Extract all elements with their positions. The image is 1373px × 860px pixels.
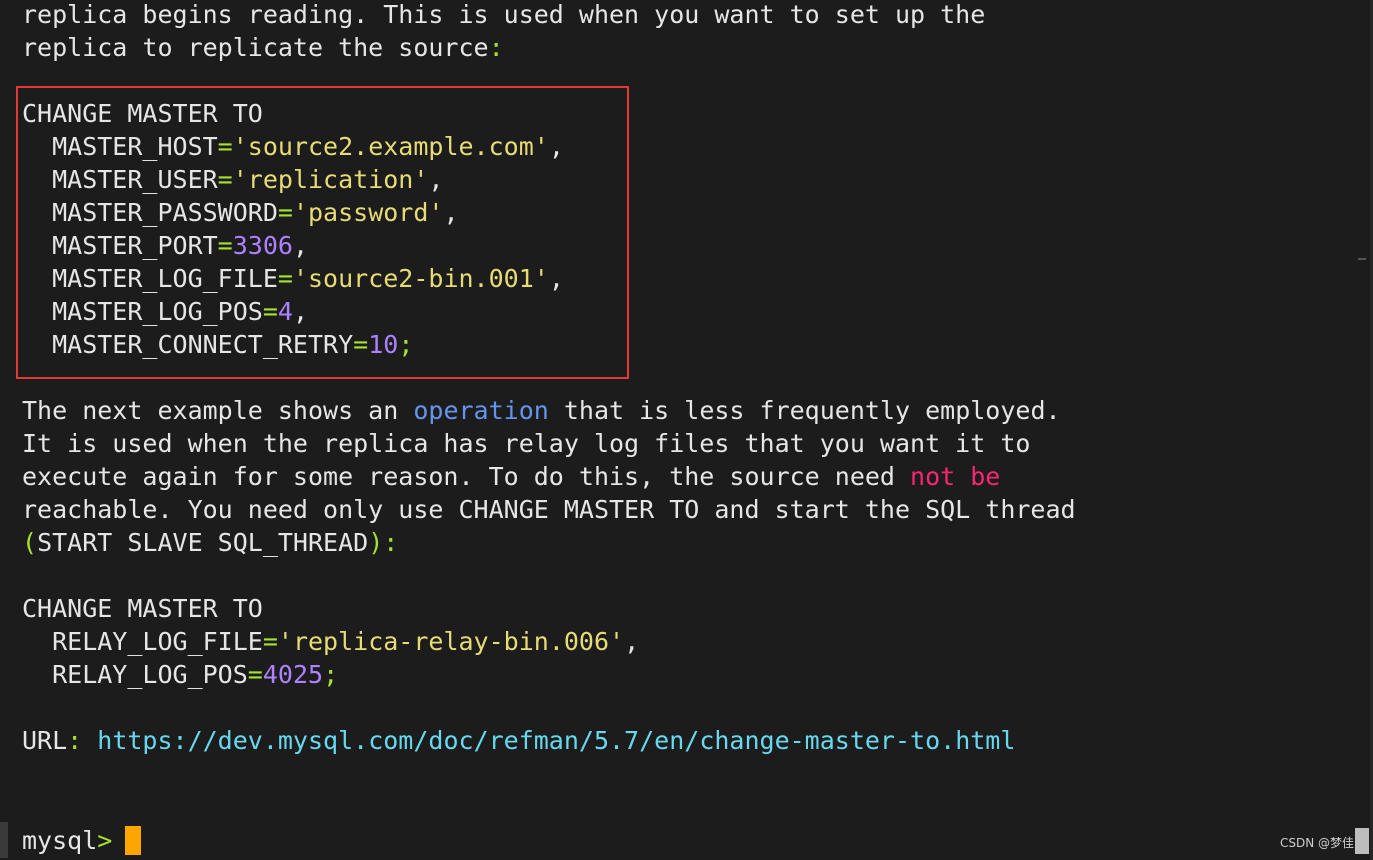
relay-log-pos-value: 4025	[262, 660, 324, 689]
watermark: CSDN @梦佳	[1280, 836, 1355, 850]
master-password-value: 'password'	[292, 198, 444, 227]
master-user-line: MASTER_USER='replication',	[22, 163, 443, 196]
equals-sign: =	[217, 231, 233, 260]
comma: ,	[548, 132, 564, 161]
intro-text-2: replica to replicate the source	[22, 33, 489, 62]
para-line-3: execute again for some reason. To do thi…	[22, 460, 1000, 493]
master-password-key: MASTER_PASSWORD	[22, 198, 278, 227]
master-user-value: 'replication'	[232, 165, 429, 194]
relay-log-file-key: RELAY_LOG_FILE	[22, 627, 263, 656]
scrollbar-thumb[interactable]	[1355, 828, 1369, 854]
prompt-line[interactable]: mysql>	[22, 824, 112, 857]
example2-head: CHANGE MASTER TO	[22, 592, 263, 625]
close-paren-colon: ):	[368, 528, 399, 557]
comma: ,	[428, 165, 444, 194]
master-log-file-line: MASTER_LOG_FILE='source2-bin.001',	[22, 262, 564, 295]
intro-colon: :	[488, 33, 504, 62]
url-label: URL	[22, 726, 68, 755]
start-slave-text: START SLAVE SQL_THREAD	[37, 528, 369, 557]
para-line-5: (START SLAVE SQL_THREAD):	[22, 526, 398, 559]
equals-sign: =	[247, 660, 263, 689]
change-master-to-text-2: CHANGE MASTER TO	[22, 594, 263, 623]
intro-line-2: replica to replicate the source:	[22, 31, 504, 64]
para-text-1a: The next example shows an	[22, 396, 414, 425]
master-connect-retry-line: MASTER_CONNECT_RETRY=10;	[22, 328, 413, 361]
prompt-text: mysql	[22, 826, 98, 855]
equals-sign: =	[353, 330, 369, 359]
master-host-line: MASTER_HOST='source2.example.com',	[22, 130, 564, 163]
para-text-2: It is used when the replica has relay lo…	[22, 429, 1031, 458]
relay-log-file-line: RELAY_LOG_FILE='replica-relay-bin.006',	[22, 625, 639, 658]
relay-log-pos-line: RELAY_LOG_POS=4025;	[22, 658, 338, 691]
para-text-1c: that is less frequently employed.	[548, 396, 1061, 425]
comma: ,	[624, 627, 640, 656]
master-port-key: MASTER_PORT	[22, 231, 218, 260]
master-log-pos-value: 4	[277, 297, 293, 326]
prompt-arrow-icon: >	[97, 826, 113, 855]
semicolon: ;	[398, 330, 414, 359]
equals-sign: =	[277, 198, 293, 227]
intro-line-1: replica begins reading. This is used whe…	[22, 0, 985, 31]
keyword-not-be: not be	[910, 462, 1001, 491]
change-master-to-text: CHANGE MASTER TO	[22, 99, 263, 128]
relay-log-file-value: 'replica-relay-bin.006'	[277, 627, 625, 656]
comma: ,	[548, 264, 564, 293]
equals-sign: =	[217, 165, 233, 194]
url-line: URL: https://dev.mysql.com/doc/refman/5.…	[22, 724, 1015, 757]
master-host-value: 'source2.example.com'	[232, 132, 549, 161]
master-log-pos-line: MASTER_LOG_POS=4,	[22, 295, 308, 328]
para-line-1: The next example shows an operation that…	[22, 394, 1061, 427]
master-log-file-value: 'source2-bin.001'	[292, 264, 549, 293]
master-port-value: 3306	[232, 231, 293, 260]
master-user-key: MASTER_USER	[22, 165, 218, 194]
master-log-file-key: MASTER_LOG_FILE	[22, 264, 278, 293]
line-marker	[0, 822, 8, 858]
master-log-pos-key: MASTER_LOG_POS	[22, 297, 263, 326]
master-password-line: MASTER_PASSWORD='password',	[22, 196, 459, 229]
equals-sign: =	[277, 264, 293, 293]
comma: ,	[292, 297, 309, 326]
equals-sign: =	[262, 297, 278, 326]
equals-sign: =	[262, 627, 278, 656]
comma: ,	[292, 231, 309, 260]
para-text-3a: execute again for some reason. To do thi…	[22, 462, 911, 491]
example1-head: CHANGE MASTER TO	[22, 97, 263, 130]
keyword-operation: operation	[413, 396, 549, 425]
master-port-line: MASTER_PORT=3306,	[22, 229, 308, 262]
master-connect-retry-value: 10	[368, 330, 399, 359]
text-cursor	[125, 826, 141, 855]
master-connect-retry-key: MASTER_CONNECT_RETRY	[22, 330, 354, 359]
open-paren: (	[22, 528, 38, 557]
equals-sign: =	[217, 132, 233, 161]
url-colon: :	[67, 726, 98, 755]
doc-url-link[interactable]: https://dev.mysql.com/doc/refman/5.7/en/…	[97, 726, 1015, 755]
comma: ,	[443, 198, 459, 227]
terminal-window[interactable]: replica begins reading. This is used whe…	[0, 0, 1373, 860]
semicolon: ;	[323, 660, 339, 689]
scroll-position-marker	[1358, 258, 1366, 260]
intro-text-1: replica begins reading. This is used whe…	[22, 0, 986, 29]
para-line-4: reachable. You need only use CHANGE MAST…	[22, 493, 1076, 526]
master-host-key: MASTER_HOST	[22, 132, 218, 161]
para-text-4: reachable. You need only use CHANGE MAST…	[22, 495, 1076, 524]
para-line-2: It is used when the replica has relay lo…	[22, 427, 1030, 460]
relay-log-pos-key: RELAY_LOG_POS	[22, 660, 248, 689]
